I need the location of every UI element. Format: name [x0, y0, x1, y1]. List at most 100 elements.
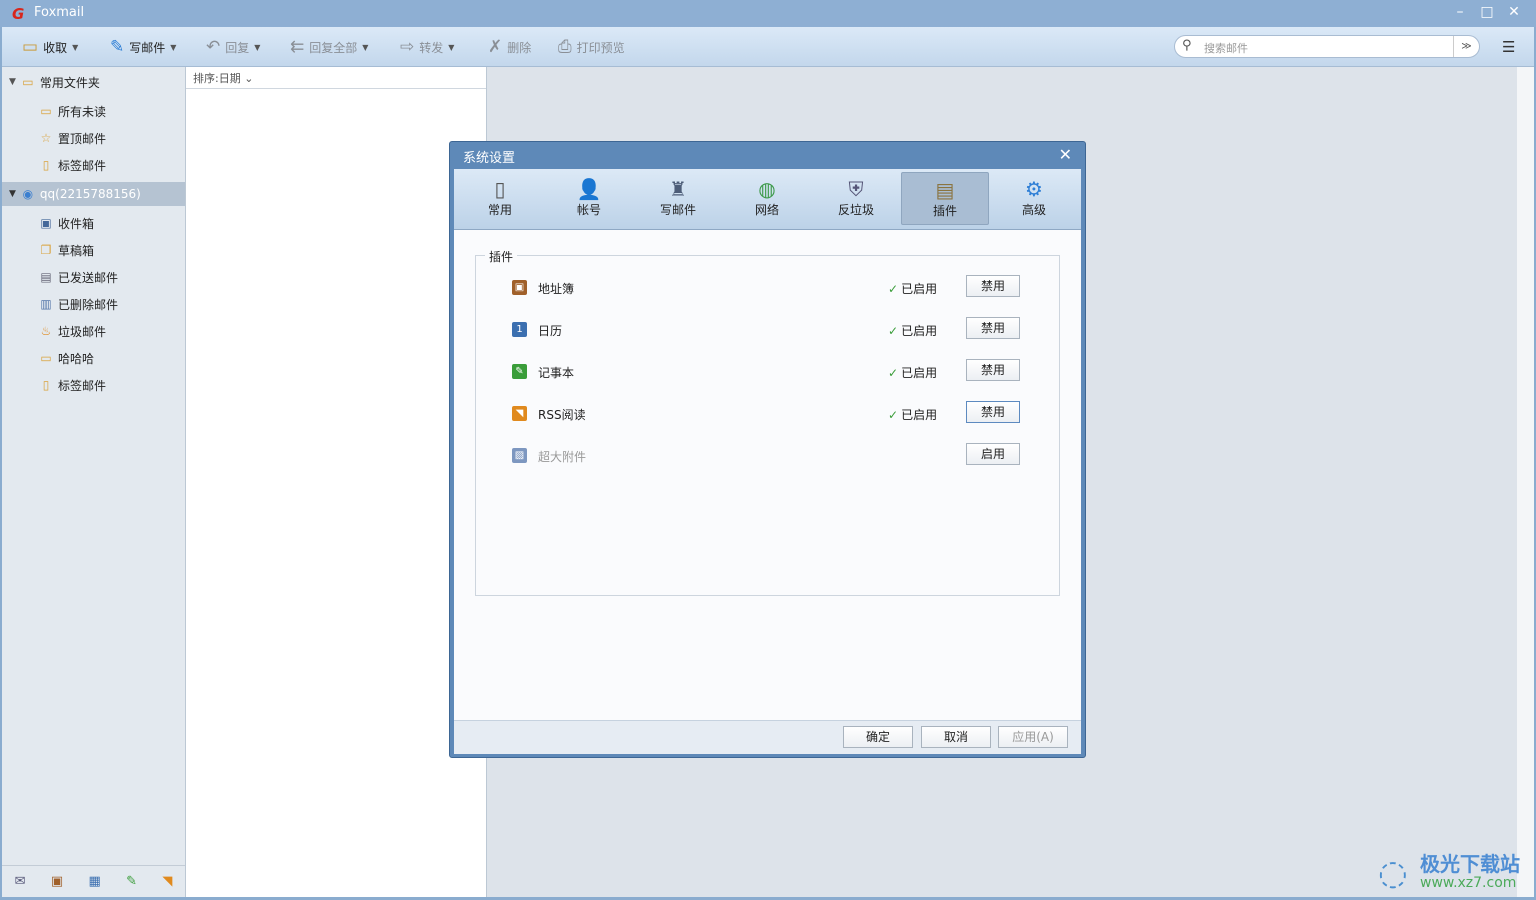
reply-all-button[interactable]: ⇇ 回复全部 ▼	[290, 37, 368, 57]
folder-label: 常用文件夹	[39, 75, 100, 90]
disable-button[interactable]: 禁用	[966, 359, 1020, 381]
folder-label: 垃圾邮件	[58, 324, 107, 339]
plugin-row: ✎ 记事本 ✓ 已启用 禁用	[476, 359, 1059, 385]
plugin-row: ◥ RSS阅读 ✓ 已启用 禁用	[476, 401, 1059, 427]
box-icon: ▤	[935, 178, 955, 202]
expand-triangle-icon[interactable]: ▼	[9, 189, 16, 199]
forward-arrow-icon: ⇨	[400, 37, 415, 57]
sidebar-item-sent[interactable]: ▤ 已发送邮件	[2, 265, 185, 289]
tab-compose[interactable]: ♜ 写邮件	[634, 172, 722, 225]
calendar-icon: 1	[512, 322, 527, 337]
tab-plugins[interactable]: ▤ 插件	[901, 172, 989, 225]
maximize-button[interactable]: □	[1477, 4, 1497, 20]
folder-label: 标签邮件	[58, 158, 107, 173]
folder-group-common[interactable]: ▼ ▭ 常用文件夹	[2, 70, 185, 94]
sidebar-item-tagged-2[interactable]: ▯ 标签邮件	[2, 373, 185, 397]
sidebar-item-unread[interactable]: ▭ 所有未读	[2, 99, 185, 123]
disable-button[interactable]: 禁用	[966, 275, 1020, 297]
plugin-status: ✓ 已启用	[888, 406, 937, 423]
status-text: 已启用	[901, 324, 938, 338]
watermark-logo: ◌ 极光下载站 www.xz7.com	[1378, 848, 1528, 894]
plugin-name: 地址簿	[538, 282, 575, 296]
sidebar-item-drafts[interactable]: ❐ 草稿箱	[2, 238, 185, 262]
account-qq[interactable]: ▼ ◉ qq(2215788156)	[2, 182, 185, 206]
notepad-icon[interactable]: ✎	[126, 874, 137, 889]
tab-label: 常用	[487, 203, 512, 217]
tab-network[interactable]: ◍ 网络	[723, 172, 811, 225]
search-input[interactable]: ⚲ 搜索邮件 ≫	[1174, 35, 1480, 58]
sidebar: ▼ ▭ 常用文件夹 ▭ 所有未读 ☆ 置顶邮件 ▯ 标签邮件 ▼ ◉ qq(221578815…	[2, 67, 186, 897]
compose-label: 写邮件	[129, 40, 166, 55]
chevron-down-icon[interactable]: ▼	[362, 43, 368, 52]
menu-list-icon[interactable]: ☰	[1502, 38, 1515, 56]
sidebar-item-pinned[interactable]: ☆ 置顶邮件	[2, 126, 185, 150]
plugin-row: ▣ 地址簿 ✓ 已启用 禁用	[476, 275, 1059, 301]
status-text: 已启用	[901, 366, 938, 380]
apply-button[interactable]: 应用(A)	[998, 726, 1068, 748]
forward-button[interactable]: ⇨ 转发 ▼	[400, 37, 454, 57]
calendar-icon[interactable]: ▦	[88, 874, 100, 889]
switch-icon: ▯	[494, 177, 506, 201]
dialog-footer: 确定 取消 应用(A)	[454, 720, 1081, 754]
check-circle-icon: ✓	[888, 366, 899, 380]
user-icon: 👤	[576, 177, 602, 201]
chevron-down-icon[interactable]: ▼	[448, 43, 454, 52]
tab-label: 反垃圾	[837, 203, 874, 217]
chevron-down-icon: ⌄	[244, 72, 254, 85]
sidebar-bottom-bar: ✉ ▣ ▦ ✎ ◥	[2, 865, 185, 897]
compose-button[interactable]: ✎ 写邮件 ▼	[110, 37, 176, 57]
tab-account[interactable]: 👤 帐号	[545, 172, 633, 225]
ink-bottle-icon: ♜	[669, 177, 687, 201]
sidebar-item-junk[interactable]: ♨ 垃圾邮件	[2, 319, 185, 343]
tab-general[interactable]: ▯ 常用	[456, 172, 544, 225]
inbox-icon: ▣	[40, 216, 52, 230]
disable-button[interactable]: 禁用	[966, 317, 1020, 339]
folder-label: 哈哈哈	[58, 351, 95, 366]
print-preview-button[interactable]: ⎙ 打印预览	[558, 37, 625, 57]
chevron-down-icon[interactable]: ▼	[170, 43, 176, 52]
foxmail-logo-icon: G	[12, 5, 25, 23]
plugins-group: 插件 ▣ 地址簿 ✓ 已启用 禁用 1 日历 ✓ 已启用 禁用 ✎ 记事本 ✓ 已启用…	[475, 248, 1060, 596]
settings-tabs: ▯ 常用 👤 帐号 ♜ 写邮件 ◍ 网络 ⛨ 反垃圾 ▤ 插件 ⚙ 高级	[454, 169, 1081, 230]
receive-label: 收取	[43, 40, 68, 55]
disable-button[interactable]: 禁用	[966, 401, 1020, 423]
forward-label: 转发	[419, 40, 444, 55]
check-circle-icon: ✓	[888, 282, 899, 296]
delete-button[interactable]: ✗ 删除	[488, 37, 531, 57]
search-options-icon[interactable]: ≫	[1453, 36, 1479, 57]
rss-icon[interactable]: ◥	[162, 874, 172, 889]
close-button[interactable]: ✕	[1504, 4, 1524, 20]
account-label: qq(2215788156)	[39, 187, 141, 201]
mail-icon[interactable]: ✉	[15, 874, 26, 889]
plugin-status: ✓ 已启用	[888, 322, 937, 339]
tab-advanced[interactable]: ⚙ 高级	[990, 172, 1078, 225]
enable-button[interactable]: 启用	[966, 443, 1020, 465]
address-book-icon[interactable]: ▣	[51, 874, 63, 889]
reply-button[interactable]: ↶ 回复 ▼	[206, 37, 260, 57]
chevron-down-icon[interactable]: ▼	[254, 43, 260, 52]
cancel-button[interactable]: 取消	[921, 726, 991, 748]
expand-triangle-icon[interactable]: ▼	[9, 77, 16, 87]
tab-antispam[interactable]: ⛨ 反垃圾	[812, 172, 900, 225]
dialog-close-button[interactable]: ✕	[1059, 145, 1072, 164]
minimize-button[interactable]: –	[1450, 4, 1470, 20]
sidebar-item-deleted[interactable]: ▥ 已删除邮件	[2, 292, 185, 316]
right-scroll-area	[1517, 67, 1534, 897]
receive-button[interactable]: ▭ 收取 ▼	[22, 37, 78, 57]
star-icon: ☆	[40, 131, 52, 145]
tab-label: 帐号	[576, 203, 601, 217]
tag-icon: ▯	[42, 378, 50, 392]
sidebar-item-tagged[interactable]: ▯ 标签邮件	[2, 153, 185, 177]
tab-label: 插件	[932, 204, 957, 218]
watermark-url: www.xz7.com	[1420, 875, 1517, 891]
sidebar-item-hahaha[interactable]: ▭ 哈哈哈	[2, 346, 185, 370]
tab-label: 写邮件	[659, 203, 696, 217]
sidebar-item-inbox[interactable]: ▣ 收件箱	[2, 211, 185, 235]
ok-button[interactable]: 确定	[843, 726, 913, 748]
sort-dropdown[interactable]: 排序:日期 ⌄	[186, 67, 486, 89]
plugin-row: ▨ 超大附件 启用	[476, 443, 1059, 469]
chevron-down-icon[interactable]: ▼	[72, 43, 78, 52]
shield-check-icon: ⛨	[848, 177, 864, 201]
account-icon: ◉	[22, 187, 34, 201]
notepad-icon: ✎	[512, 364, 527, 379]
